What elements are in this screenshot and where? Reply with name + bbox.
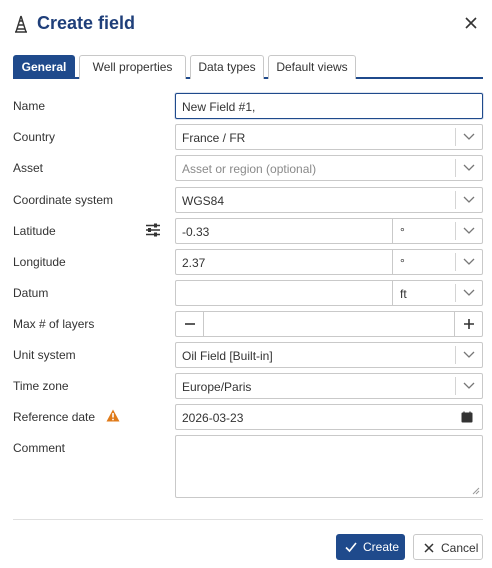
dropdown-separator bbox=[455, 253, 456, 271]
reference-date-input[interactable]: 2026-03-23 bbox=[175, 404, 483, 430]
comment-textarea[interactable] bbox=[175, 435, 483, 498]
unit-separator bbox=[392, 281, 393, 305]
name-input[interactable]: New Field #1, bbox=[175, 93, 483, 119]
check-icon bbox=[345, 542, 357, 553]
latitude-label: Latitude bbox=[13, 224, 56, 238]
dropdown-separator bbox=[455, 159, 456, 177]
datum-input[interactable]: ft bbox=[175, 280, 483, 306]
cancel-button[interactable]: Cancel bbox=[413, 534, 483, 560]
close-icon bbox=[424, 543, 434, 553]
tab-data-types[interactable]: Data types bbox=[190, 55, 264, 79]
cancel-button-label: Cancel bbox=[441, 541, 479, 555]
longitude-label: Longitude bbox=[13, 255, 66, 269]
create-button[interactable]: Create bbox=[336, 534, 405, 560]
warning-icon bbox=[106, 409, 120, 422]
longitude-value: 2.37 bbox=[182, 256, 206, 270]
latitude-value: -0.33 bbox=[182, 225, 210, 239]
dropdown-separator bbox=[455, 128, 456, 146]
dropdown-separator bbox=[455, 377, 456, 395]
unit-separator bbox=[392, 219, 393, 243]
unit-system-select[interactable]: Oil Field [Built-in] bbox=[175, 342, 483, 368]
latitude-unit[interactable]: ° bbox=[400, 225, 405, 239]
unit-system-value: Oil Field [Built-in] bbox=[182, 349, 273, 363]
country-label: Country bbox=[13, 130, 56, 144]
max-layers-label: Max # of layers bbox=[13, 317, 95, 331]
unit-system-label: Unit system bbox=[13, 348, 76, 362]
chevron-down-icon[interactable] bbox=[462, 288, 476, 298]
dialog-header: Create field bbox=[13, 10, 483, 38]
tab-well-properties[interactable]: Well properties bbox=[79, 55, 186, 79]
dropdown-separator bbox=[455, 346, 456, 364]
asset-placeholder: Asset or region (optional) bbox=[182, 162, 317, 176]
name-label: Name bbox=[13, 99, 46, 113]
time-zone-value: Europe/Paris bbox=[182, 380, 252, 394]
time-zone-label: Time zone bbox=[13, 379, 69, 393]
tab-bar: General Well properties Data types Defau… bbox=[13, 55, 483, 79]
datum-label: Datum bbox=[13, 286, 49, 300]
tab-general[interactable]: General bbox=[13, 55, 75, 79]
chevron-down-icon bbox=[463, 196, 475, 203]
country-select[interactable]: France / FR bbox=[175, 124, 483, 150]
footer-divider bbox=[13, 519, 483, 520]
chevron-down-icon bbox=[463, 382, 475, 389]
increment-button[interactable] bbox=[454, 312, 482, 336]
plus-icon bbox=[464, 319, 474, 329]
time-zone-select[interactable]: Europe/Paris bbox=[175, 373, 483, 399]
dialog-title: Create field bbox=[37, 13, 136, 33]
dropdown-separator bbox=[455, 191, 456, 209]
country-value: France / FR bbox=[182, 131, 246, 145]
calendar-icon[interactable] bbox=[461, 411, 473, 423]
decrement-button[interactable] bbox=[176, 312, 204, 336]
oil-derrick-icon bbox=[15, 15, 27, 33]
comment-label: Comment bbox=[13, 441, 66, 455]
minus-icon bbox=[185, 323, 195, 325]
coordinate-system-select[interactable]: WGS84 bbox=[175, 187, 483, 213]
dropdown-separator bbox=[455, 222, 456, 240]
asset-select[interactable]: Asset or region (optional) bbox=[175, 155, 483, 181]
longitude-unit[interactable]: ° bbox=[400, 256, 405, 270]
resize-grip-icon[interactable] bbox=[472, 487, 480, 495]
coordinate-system-value: WGS84 bbox=[182, 194, 225, 208]
datum-unit[interactable]: ft bbox=[400, 287, 407, 301]
coordinate-system-label: Coordinate system bbox=[13, 193, 114, 207]
longitude-input[interactable]: 2.37 ° bbox=[175, 249, 483, 275]
dropdown-separator bbox=[455, 284, 456, 302]
reference-date-value: 2026-03-23 bbox=[182, 411, 244, 425]
asset-label: Asset bbox=[13, 161, 44, 175]
sliders-icon[interactable] bbox=[145, 223, 161, 237]
max-layers-stepper[interactable] bbox=[175, 311, 483, 337]
close-icon[interactable] bbox=[461, 13, 481, 33]
unit-separator bbox=[392, 250, 393, 274]
create-button-label: Create bbox=[363, 540, 400, 554]
chevron-down-icon[interactable] bbox=[462, 257, 476, 267]
name-value: New Field #1, bbox=[182, 100, 256, 114]
chevron-down-icon bbox=[463, 133, 475, 140]
chevron-down-icon[interactable] bbox=[462, 226, 476, 236]
reference-date-label: Reference date bbox=[13, 410, 96, 424]
chevron-down-icon bbox=[463, 351, 475, 358]
tab-default-views[interactable]: Default views bbox=[268, 55, 356, 79]
chevron-down-icon bbox=[463, 164, 475, 171]
latitude-input[interactable]: -0.33 ° bbox=[175, 218, 483, 244]
